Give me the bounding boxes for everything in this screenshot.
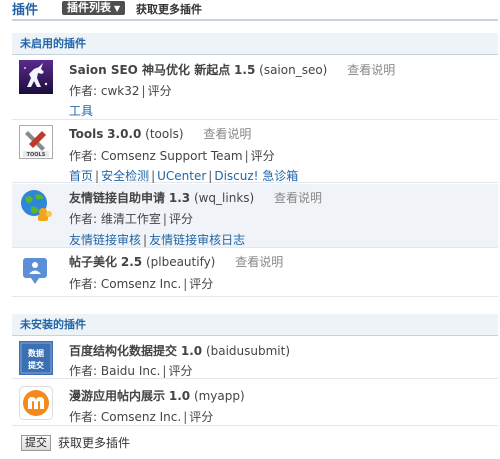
security-check-link[interactable]: 安全检测 bbox=[101, 169, 149, 183]
plugin-author-line: 作者: Comsenz Inc. | 评分 bbox=[69, 275, 213, 292]
plugin-id: (plbeautify) bbox=[145, 255, 216, 269]
svg-text:TOOLS: TOOLS bbox=[27, 152, 46, 158]
plugin-name: 帖子美化 bbox=[69, 255, 118, 269]
header-divider bbox=[12, 19, 498, 21]
tools-icon: TOOLS bbox=[19, 125, 53, 159]
submit-button[interactable]: 提交 bbox=[21, 435, 51, 451]
author-label: 作者: bbox=[69, 410, 98, 424]
globe-people-icon bbox=[21, 190, 52, 221]
plugin-row: 帖子美化 2.5 (plbeautify) 查看说明 作者: Comsenz I… bbox=[12, 249, 498, 297]
plugin-id: (saion_seo) bbox=[259, 63, 328, 77]
top-bar: 插件 插件列表 ▼ 获取更多插件 bbox=[0, 0, 500, 18]
plugin-links: 首页 | 安全检测 | UCenter | Discuz! 急诊箱 bbox=[69, 167, 298, 184]
plugin-title: 帖子美化 2.5 (plbeautify) 查看说明 bbox=[69, 253, 283, 270]
svg-text:提交: 提交 bbox=[28, 360, 44, 370]
section-disabled-plugins: 未启用的插件 bbox=[12, 33, 498, 55]
data-submit-icon: 数据 提交 bbox=[19, 341, 53, 375]
separator: | bbox=[183, 277, 188, 291]
separator: | bbox=[162, 212, 167, 226]
author-name: 维清工作室 bbox=[100, 212, 161, 226]
plugin-id: (baidusubmit) bbox=[205, 344, 291, 358]
link-review-log-link[interactable]: 友情链接审核日志 bbox=[149, 233, 245, 247]
plugin-id: (wq_links) bbox=[193, 191, 255, 205]
plugin-list-button[interactable]: 插件列表 ▼ bbox=[62, 1, 126, 15]
author-name: Baidu Inc. bbox=[100, 364, 161, 378]
plugin-title: 百度结构化数据提交 1.0 (baidusubmit) bbox=[69, 342, 290, 359]
plugin-title: 漫游应用帖内展示 1.0 (myapp) bbox=[69, 387, 245, 404]
ucenter-link[interactable]: UCenter bbox=[157, 169, 206, 183]
plugin-title: Saion SEO 神马优化 新起点 1.5 (saion_seo) 查看说明 bbox=[69, 61, 395, 78]
plugin-row: 友情链接自助申请 1.3 (wq_links) 查看说明 作者: 维清工作室 | 评… bbox=[12, 184, 498, 248]
plugin-title: Tools 3.0.0 (tools) 查看说明 bbox=[69, 125, 251, 142]
plugin-links: 工具 bbox=[69, 102, 93, 119]
view-docs-link[interactable]: 查看说明 bbox=[347, 63, 395, 77]
myapp-icon bbox=[19, 386, 53, 420]
author-label: 作者: bbox=[69, 364, 98, 378]
author-label: 作者: bbox=[69, 149, 98, 163]
plugin-author-line: 作者: Baidu Inc. | 评分 bbox=[69, 362, 192, 379]
plugin-list-label: 插件列表 bbox=[67, 1, 111, 14]
plugin-name: 百度结构化数据提交 bbox=[69, 344, 178, 358]
plugin-author-line: 作者: 维清工作室 | 评分 bbox=[69, 210, 193, 227]
link-review-link[interactable]: 友情链接审核 bbox=[69, 233, 141, 247]
page-title: 插件 bbox=[12, 3, 39, 18]
plugin-author-line: 作者: Comsenz Support Team | 评分 bbox=[69, 147, 275, 164]
plugin-version: 3.0.0 bbox=[107, 127, 142, 141]
plugin-row: 漫游应用帖内展示 1.0 (myapp) 作者: Comsenz Inc. | 评分 bbox=[12, 380, 498, 426]
plugin-links: 友情链接审核 | 友情链接审核日志 bbox=[69, 231, 245, 248]
svg-text:数据: 数据 bbox=[28, 348, 44, 358]
plugin-version: 2.5 bbox=[120, 255, 143, 269]
plugin-name: 友情链接自助申请 bbox=[69, 191, 166, 205]
view-docs-link[interactable]: 查看说明 bbox=[235, 255, 283, 269]
plugin-author-line: 作者: Comsenz Inc. | 评分 bbox=[69, 408, 213, 425]
plugin-row: Saion SEO 神马优化 新起点 1.5 (saion_seo) 查看说明 … bbox=[12, 56, 498, 120]
plugin-name: 漫游应用帖内展示 bbox=[69, 389, 166, 403]
author-name: cwk32 bbox=[100, 84, 140, 98]
rating-link[interactable]: 评分 bbox=[251, 149, 275, 163]
author-label: 作者: bbox=[69, 84, 98, 98]
plugin-version: 1.0 bbox=[168, 389, 191, 403]
post-beautify-icon bbox=[23, 258, 47, 284]
author-name: Comsenz Inc. bbox=[100, 410, 182, 424]
chevron-down-icon: ▼ bbox=[114, 4, 121, 13]
discuz-emergency-link[interactable]: Discuz! 急诊箱 bbox=[214, 169, 298, 183]
plugin-version: 1.3 bbox=[168, 191, 191, 205]
view-docs-link[interactable]: 查看说明 bbox=[274, 191, 322, 205]
plugin-author-line: 作者: cwk32 | 评分 bbox=[69, 82, 172, 99]
section-not-installed-plugins: 未安装的插件 bbox=[12, 314, 498, 336]
plugin-id: (myapp) bbox=[193, 389, 245, 403]
author-label: 作者: bbox=[69, 212, 98, 226]
get-more-plugins-link[interactable]: 获取更多插件 bbox=[136, 1, 202, 17]
plugin-row: TOOLS Tools 3.0.0 (tools) 查看说明 作者: Comse… bbox=[12, 121, 498, 183]
plugin-row: 数据 提交 百度结构化数据提交 1.0 (baidusubmit) 作者: Ba… bbox=[12, 337, 498, 379]
view-docs-link[interactable]: 查看说明 bbox=[203, 127, 251, 141]
plugin-title: 友情链接自助申请 1.3 (wq_links) 查看说明 bbox=[69, 189, 322, 206]
rating-link[interactable]: 评分 bbox=[148, 84, 172, 98]
homepage-link[interactable]: 首页 bbox=[69, 169, 93, 183]
separator: | bbox=[151, 169, 156, 183]
plugin-version: 1.5 bbox=[234, 63, 256, 77]
rating-link[interactable]: 评分 bbox=[168, 364, 192, 378]
separator: | bbox=[162, 364, 167, 378]
separator: | bbox=[143, 233, 148, 247]
author-name: Comsenz Support Team bbox=[100, 149, 243, 163]
author-label: 作者: bbox=[69, 277, 98, 291]
footer-get-more-plugins-link[interactable]: 获取更多插件 bbox=[58, 435, 130, 451]
rating-link[interactable]: 评分 bbox=[189, 410, 213, 424]
author-name: Comsenz Inc. bbox=[100, 277, 182, 291]
tools-link[interactable]: 工具 bbox=[69, 104, 93, 118]
rating-link[interactable]: 评分 bbox=[189, 277, 213, 291]
separator: | bbox=[183, 410, 188, 424]
separator: | bbox=[141, 84, 146, 98]
separator: | bbox=[244, 149, 249, 163]
separator: | bbox=[208, 169, 213, 183]
plugin-name: Saion SEO 神马优化 新起点 bbox=[69, 63, 231, 77]
separator: | bbox=[95, 169, 100, 183]
plugin-version: 1.0 bbox=[180, 344, 203, 358]
plugin-id: (tools) bbox=[145, 127, 184, 141]
rating-link[interactable]: 评分 bbox=[169, 212, 193, 226]
plugin-name: Tools bbox=[69, 127, 104, 141]
unicorn-icon bbox=[19, 60, 53, 94]
